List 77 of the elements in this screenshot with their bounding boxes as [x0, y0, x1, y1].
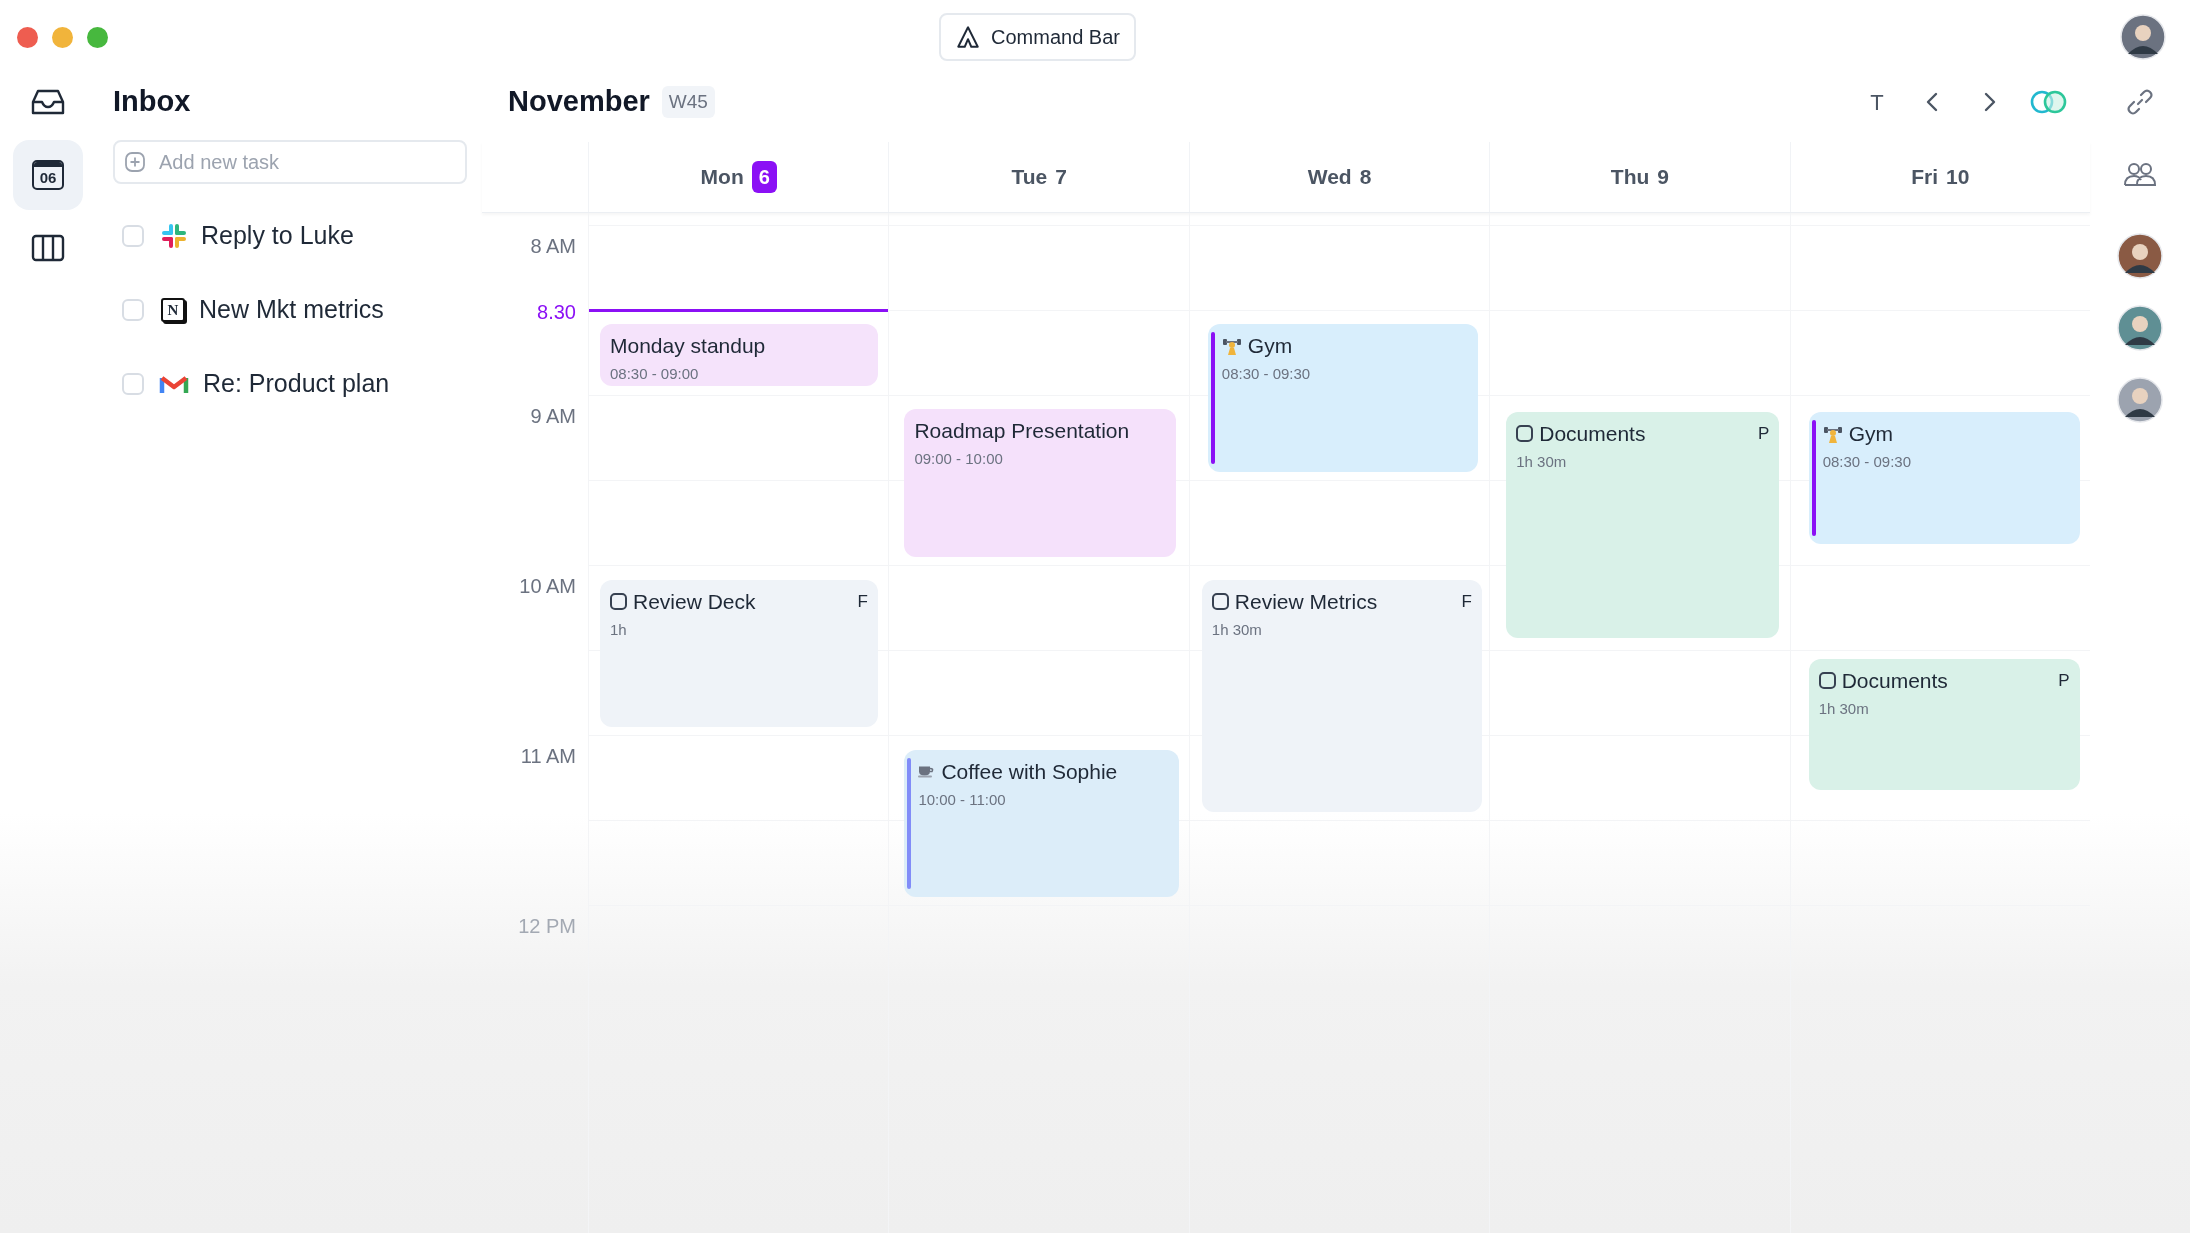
hour-label: 9 AM [530, 404, 576, 429]
checkbox[interactable] [1516, 425, 1534, 443]
event-title: Review Metrics [1234, 589, 1378, 615]
event-card[interactable]: Review Deck F 1h [600, 580, 878, 727]
event-title: Monday standup [610, 333, 766, 359]
command-bar-button[interactable]: Command Bar [939, 13, 1136, 61]
people-icon[interactable] [2123, 161, 2157, 187]
event-title: Documents [1539, 421, 1646, 447]
day-name: Tue [1011, 164, 1048, 191]
time-range: 08:30 - 09:30 [1221, 363, 1312, 384]
avatar[interactable] [2120, 14, 2166, 60]
priority-letter: P [2058, 670, 2070, 692]
event-card[interactable]: Gym 08:30 - 09:30 [1808, 412, 2080, 544]
hour-label: 10 AM [519, 574, 576, 599]
link-icon[interactable] [2125, 87, 2155, 117]
month-title: November [508, 84, 650, 120]
week-badge: W45 [661, 85, 715, 119]
day-name: Fri [1911, 164, 1939, 191]
day-date: 8 [1359, 164, 1372, 191]
time-range: 10:00 - 11:00 [918, 789, 1007, 810]
hour-label: 8 AM [530, 234, 576, 259]
checkbox[interactable] [1818, 672, 1836, 690]
event-card[interactable]: Documents P 1h 30m [1506, 412, 1780, 638]
event-card[interactable]: Documents P 1h 30m [1808, 659, 2080, 790]
inbox-icon [30, 87, 66, 117]
day-date: 7 [1055, 164, 1067, 191]
maximize-button[interactable] [87, 26, 108, 48]
priority-letter: P [1757, 423, 1770, 445]
event-card[interactable]: Coffee with Sophie 10:00 - 11:00 [904, 750, 1180, 897]
checkbox[interactable] [610, 593, 627, 611]
add-task-field[interactable]: Add new task [113, 140, 467, 184]
priority-letter: F [1461, 591, 1472, 613]
event-title: Documents [1841, 668, 1948, 694]
task-label: New Mkt metrics [199, 294, 384, 326]
close-button[interactable] [17, 26, 38, 48]
priority-letter: F [857, 591, 868, 613]
avatar[interactable] [2117, 377, 2163, 423]
task-label: Reply to Luke [201, 220, 354, 252]
event-card[interactable]: Monday standup 08:30 - 09:00 [600, 324, 878, 386]
mail-icon [159, 373, 189, 395]
checkbox[interactable] [1211, 593, 1229, 611]
duration-label: 1h 30m [1211, 619, 1263, 640]
triangle-icon [955, 24, 981, 50]
today-button[interactable]: T [1860, 85, 1894, 119]
coffee-cup-icon [918, 765, 936, 779]
inbox-title: Inbox [113, 84, 192, 120]
avatar[interactable] [2117, 305, 2163, 351]
time-range: 08:30 - 09:30 [1822, 451, 1913, 472]
current-time-label: 8.30 [537, 300, 576, 325]
event-title: Coffee with Sophie [941, 759, 1118, 785]
task-label: Re: Product plan [203, 368, 390, 400]
hash-icon [161, 223, 187, 249]
event-title: Gym [1848, 421, 1893, 447]
time-range: 08:30 - 09:00 [610, 363, 700, 384]
day-date: 10 [1946, 164, 1970, 191]
event-title: Gym [1247, 333, 1293, 359]
hour-label: 11 AM [520, 744, 576, 769]
day-name: Wed [1307, 164, 1352, 191]
event-card[interactable]: Gym 08:30 - 09:30 [1207, 324, 1478, 472]
day-name: Thu [1610, 164, 1650, 191]
hour-label: 12 PM [518, 914, 576, 939]
calendar-button[interactable]: 06 [13, 140, 83, 210]
event-title: Roadmap Presentation [914, 418, 1130, 444]
avatar[interactable] [2117, 233, 2163, 279]
columns-icon [31, 234, 65, 262]
duration-label: 1h 30m [1818, 698, 1870, 719]
day-name: Mon [700, 164, 744, 191]
day-date: 9 [1657, 164, 1669, 191]
duration-label: 1h 30m [1516, 451, 1568, 472]
time-range: 09:00 - 10:00 [914, 448, 1004, 469]
notebook-icon: N [161, 298, 185, 322]
duration-label: 1h [610, 619, 628, 640]
event-card[interactable]: Roadmap Presentation 09:00 - 10:00 [904, 409, 1177, 557]
event-title: Review Deck [633, 589, 756, 615]
plus-icon [124, 151, 146, 173]
event-card[interactable]: Review Metrics F 1h 30m [1201, 580, 1482, 812]
today-date-badge: 6 [751, 161, 777, 193]
